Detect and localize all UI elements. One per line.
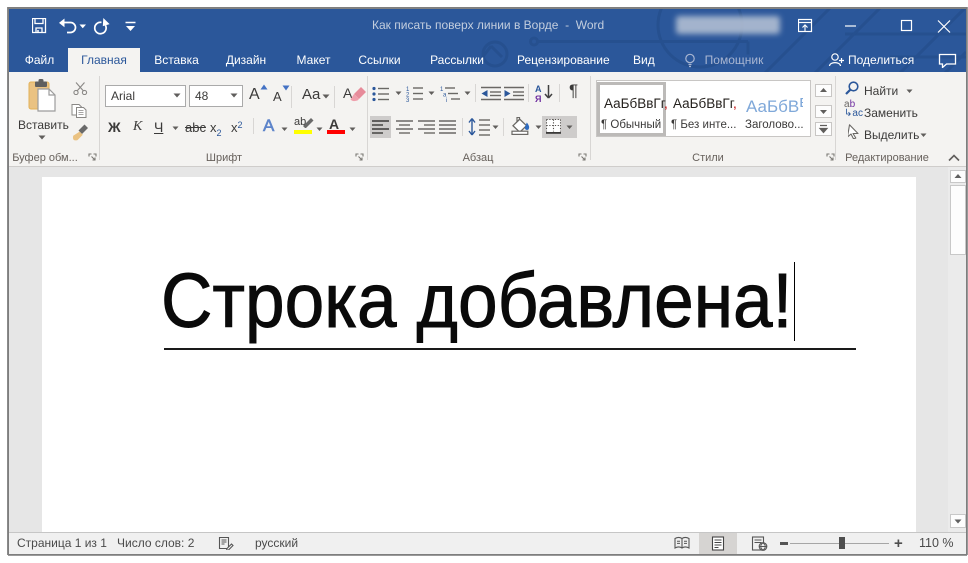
svg-text:i: i (446, 98, 447, 102)
svg-text:3: 3 (406, 98, 410, 102)
svg-text:Я: Я (535, 94, 541, 103)
svg-text:А: А (535, 84, 542, 94)
